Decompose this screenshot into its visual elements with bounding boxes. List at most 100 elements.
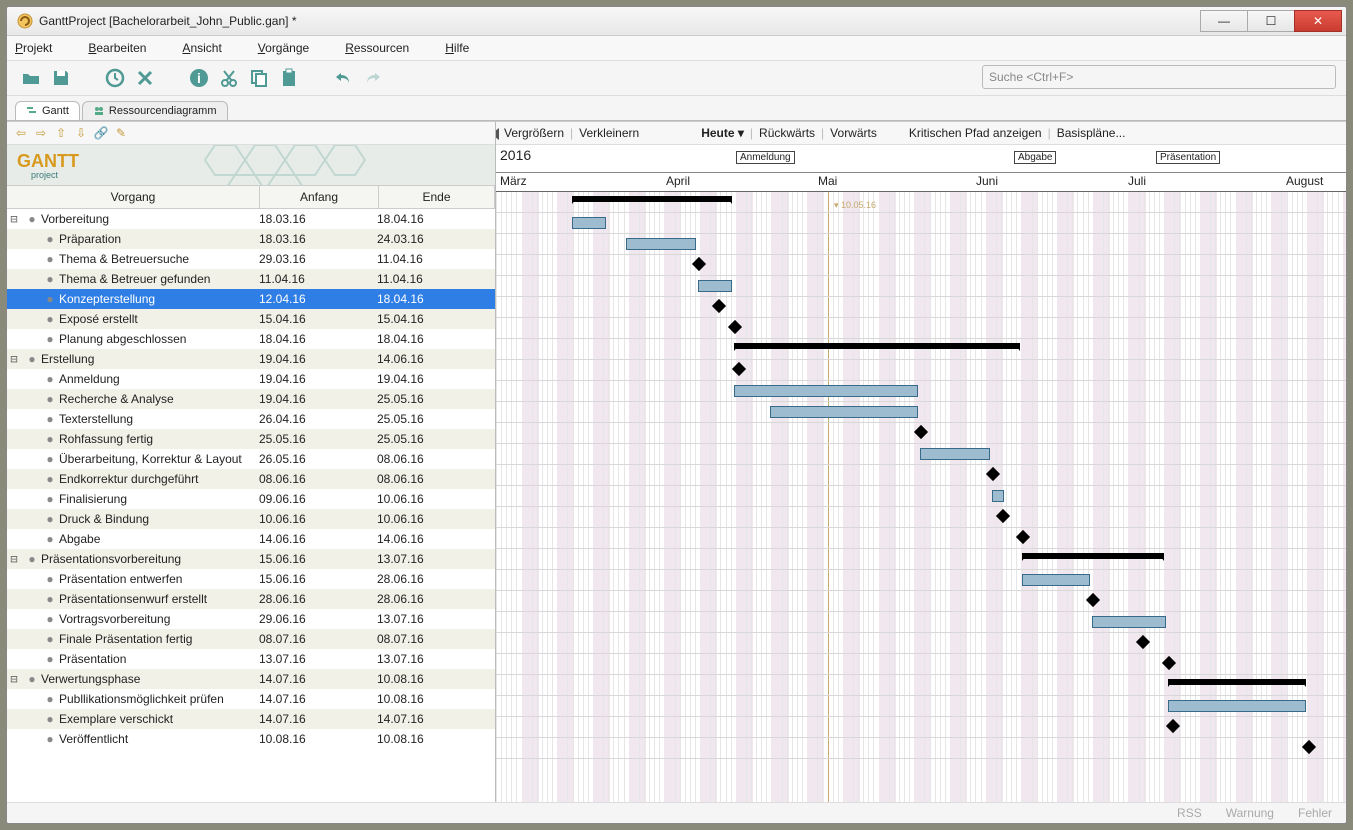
- milestone-diamond[interactable]: [1302, 740, 1316, 754]
- milestone-diamond[interactable]: [1166, 719, 1180, 733]
- task-row[interactable]: ●Rohfassung fertig25.05.1625.05.16: [7, 429, 495, 449]
- task-row[interactable]: ●Präsentationsenwurf erstellt28.06.1628.…: [7, 589, 495, 609]
- menu-bearbeiten[interactable]: Bearbeiten: [88, 41, 164, 55]
- cut-icon[interactable]: [217, 66, 241, 90]
- task-row[interactable]: ●Publlikationsmöglichkeit prüfen14.07.16…: [7, 689, 495, 709]
- task-row[interactable]: ●Anmeldung19.04.1619.04.16: [7, 369, 495, 389]
- chart-row[interactable]: [496, 402, 1346, 423]
- chart-row[interactable]: [496, 255, 1346, 276]
- milestone-diamond[interactable]: [732, 362, 746, 376]
- save-icon[interactable]: [49, 66, 73, 90]
- task-row[interactable]: ●Exemplare verschickt14.07.1614.07.16: [7, 709, 495, 729]
- task-row[interactable]: ●Planung abgeschlossen18.04.1618.04.16: [7, 329, 495, 349]
- search-input[interactable]: Suche <Ctrl+F>: [982, 65, 1336, 89]
- tab-resources[interactable]: Ressourcendiagramm: [82, 101, 228, 120]
- milestone-diamond[interactable]: [728, 320, 742, 334]
- summary-bar[interactable]: [1022, 553, 1164, 559]
- col-start[interactable]: Anfang: [260, 186, 379, 208]
- task-row[interactable]: ●Thema & Betreuer gefunden11.04.1611.04.…: [7, 269, 495, 289]
- milestone-diamond[interactable]: [692, 257, 706, 271]
- task-row[interactable]: ⊟●Präsentationsvorbereitung15.06.1613.07…: [7, 549, 495, 569]
- milestone-diamond[interactable]: [1086, 593, 1100, 607]
- menu-ansicht[interactable]: Ansicht: [182, 41, 239, 55]
- task-row[interactable]: ●Recherche & Analyse19.04.1625.05.16: [7, 389, 495, 409]
- chart-row[interactable]: [496, 486, 1346, 507]
- milestone-diamond[interactable]: [1136, 635, 1150, 649]
- task-row[interactable]: ●Präsentation13.07.1613.07.16: [7, 649, 495, 669]
- move-down-icon[interactable]: ⇩: [73, 125, 89, 141]
- task-row[interactable]: ●Druck & Bindung10.06.1610.06.16: [7, 509, 495, 529]
- task-row[interactable]: ●Abgabe14.06.1614.06.16: [7, 529, 495, 549]
- milestone-diamond[interactable]: [996, 509, 1010, 523]
- task-row[interactable]: ⊟●Verwertungsphase14.07.1610.08.16: [7, 669, 495, 689]
- copy-icon[interactable]: [247, 66, 271, 90]
- expand-toggle[interactable]: ⊟: [7, 212, 21, 226]
- splitter-grip[interactable]: [496, 122, 502, 146]
- chart-row[interactable]: [496, 612, 1346, 633]
- summary-bar[interactable]: [572, 196, 732, 202]
- status-warning[interactable]: Warnung: [1226, 806, 1274, 820]
- tab-gantt[interactable]: Gantt: [15, 101, 80, 120]
- chart-row[interactable]: [496, 591, 1346, 612]
- task-bar[interactable]: [1022, 574, 1090, 586]
- milestone-diamond[interactable]: [986, 467, 1000, 481]
- chart-row[interactable]: [496, 696, 1346, 717]
- minimize-button[interactable]: —: [1200, 10, 1248, 32]
- unlink-icon[interactable]: ✎: [113, 125, 129, 141]
- chart-row[interactable]: [496, 738, 1346, 759]
- chart-row[interactable]: [496, 192, 1346, 213]
- task-row[interactable]: ●Endkorrektur durchgeführt08.06.1608.06.…: [7, 469, 495, 489]
- milestone-diamond[interactable]: [1016, 530, 1030, 544]
- timeline-header[interactable]: 2016 AnmeldungAbgabePräsentation MärzApr…: [496, 145, 1346, 192]
- chart-row[interactable]: [496, 675, 1346, 696]
- task-row[interactable]: ●Finalisierung09.06.1610.06.16: [7, 489, 495, 509]
- col-end[interactable]: Ende: [379, 186, 495, 208]
- chart-row[interactable]: [496, 381, 1346, 402]
- chart-row[interactable]: [496, 633, 1346, 654]
- chart-row[interactable]: [496, 213, 1346, 234]
- close-button[interactable]: ✕: [1294, 10, 1342, 32]
- maximize-button[interactable]: ☐: [1247, 10, 1295, 32]
- chart-row[interactable]: [496, 444, 1346, 465]
- task-bar[interactable]: [770, 406, 918, 418]
- task-row[interactable]: ●Konzepterstellung12.04.1618.04.16: [7, 289, 495, 309]
- expand-toggle[interactable]: ⊟: [7, 552, 21, 566]
- summary-bar[interactable]: [734, 343, 1020, 349]
- paste-icon[interactable]: [277, 66, 301, 90]
- expand-toggle[interactable]: ⊟: [7, 672, 21, 686]
- milestone-diamond[interactable]: [1162, 656, 1176, 670]
- menu-vorgaenge[interactable]: Vorgänge: [258, 41, 327, 55]
- status-rss[interactable]: RSS: [1177, 806, 1202, 820]
- link-icon[interactable]: 🔗: [93, 125, 109, 141]
- chart-row[interactable]: [496, 297, 1346, 318]
- task-bar[interactable]: [626, 238, 696, 250]
- chart-row[interactable]: [496, 339, 1346, 360]
- undo-icon[interactable]: [331, 66, 355, 90]
- task-row[interactable]: ●Finale Präsentation fertig08.07.1608.07…: [7, 629, 495, 649]
- task-row[interactable]: ●Präsentation entwerfen15.06.1628.06.16: [7, 569, 495, 589]
- redo-icon[interactable]: [361, 66, 385, 90]
- nav-fwd-icon[interactable]: ⇨: [33, 125, 49, 141]
- task-row[interactable]: ⊟●Erstellung19.04.1614.06.16: [7, 349, 495, 369]
- forward-button[interactable]: Vorwärts: [830, 126, 877, 140]
- chart-row[interactable]: [496, 318, 1346, 339]
- move-up-icon[interactable]: ⇧: [53, 125, 69, 141]
- task-row[interactable]: ●Veröffentlicht10.08.1610.08.16: [7, 729, 495, 749]
- delete-icon[interactable]: [133, 66, 157, 90]
- task-bar[interactable]: [992, 490, 1004, 502]
- back-button[interactable]: Rückwärts: [759, 126, 815, 140]
- nav-back-icon[interactable]: ⇦: [13, 125, 29, 141]
- expand-toggle[interactable]: ⊟: [7, 352, 21, 366]
- zoom-in-button[interactable]: Vergrößern: [504, 126, 564, 140]
- col-name[interactable]: Vorgang: [7, 186, 260, 208]
- chart-row[interactable]: [496, 570, 1346, 591]
- gantt-chart[interactable]: ▾ 10.05.16: [496, 192, 1346, 802]
- open-icon[interactable]: [19, 66, 43, 90]
- chart-row[interactable]: [496, 717, 1346, 738]
- task-bar[interactable]: [734, 385, 918, 397]
- chart-row[interactable]: [496, 234, 1346, 255]
- milestone-diamond[interactable]: [712, 299, 726, 313]
- baselines-button[interactable]: Basispläne...: [1057, 126, 1126, 140]
- chart-row[interactable]: [496, 276, 1346, 297]
- menu-hilfe[interactable]: Hilfe: [445, 41, 487, 55]
